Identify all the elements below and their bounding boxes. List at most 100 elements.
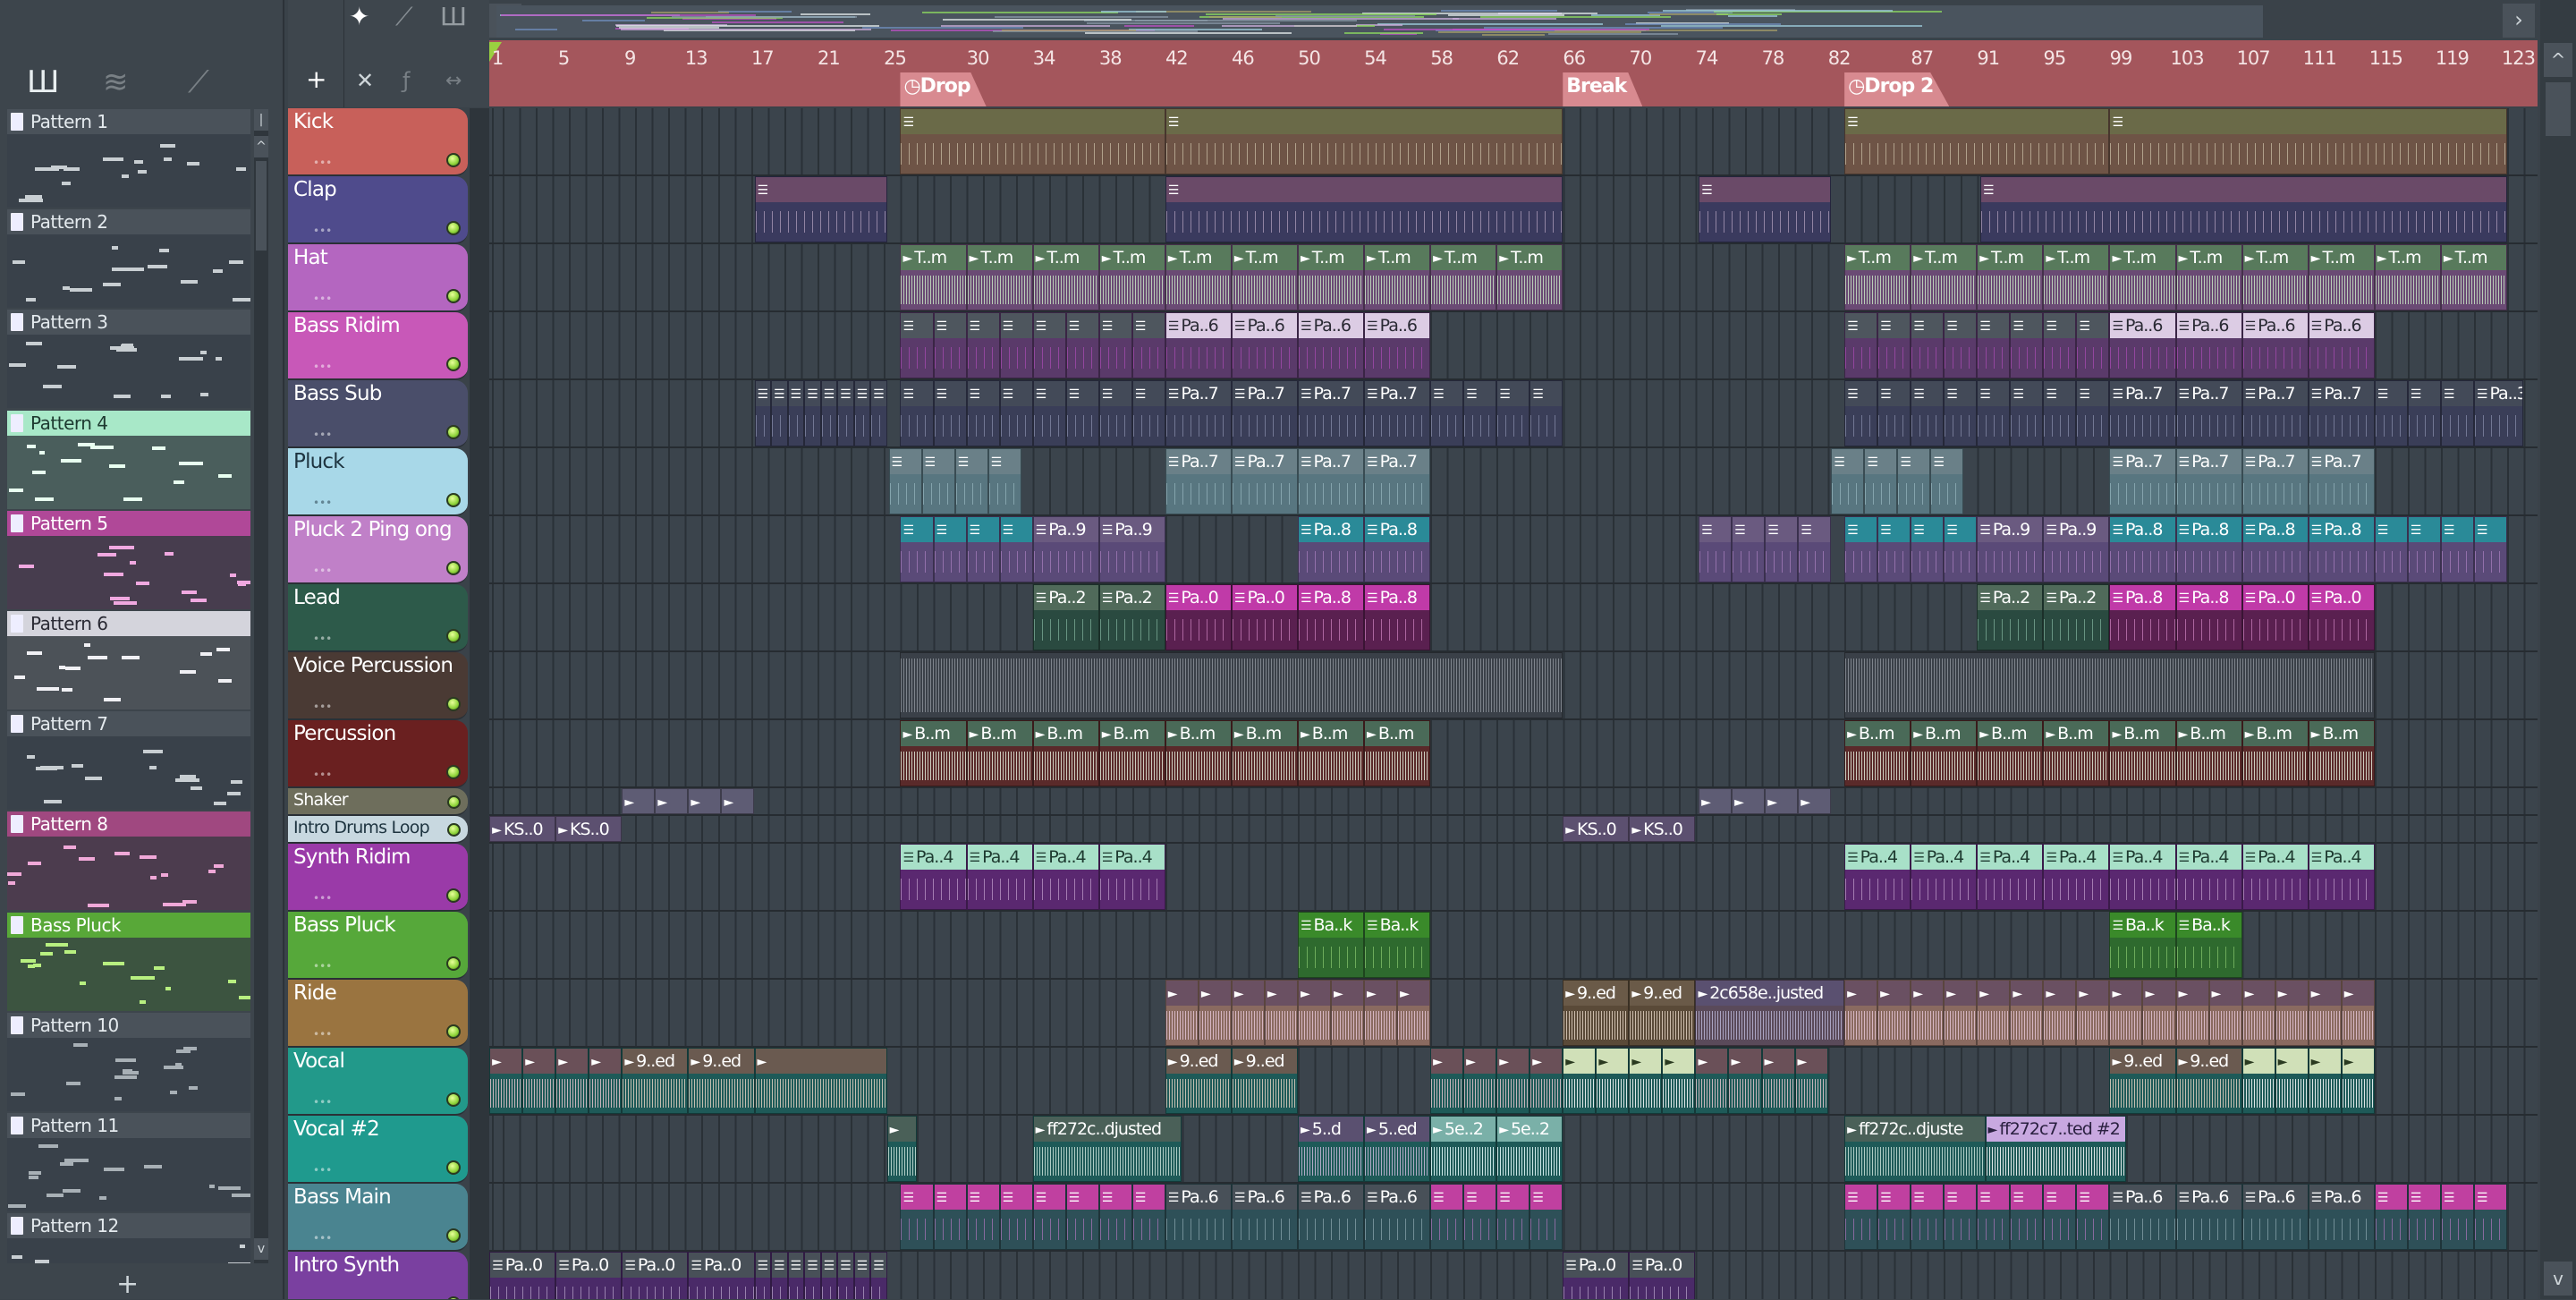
pattern-clip[interactable]: ☰ [1033, 312, 1066, 378]
pattern-clip[interactable]: ☰ [755, 176, 887, 242]
pattern-item-header[interactable]: Pattern 7 [7, 711, 250, 736]
pattern-clip[interactable]: ☰ [2474, 1184, 2507, 1250]
scroll-right-button[interactable]: › [2503, 4, 2535, 38]
pattern-clip[interactable]: ☰ [1844, 516, 1877, 582]
pattern-clip[interactable]: ☰ [934, 1184, 967, 1250]
audio-clip[interactable]: ► [2142, 980, 2175, 1046]
track-header[interactable]: Pluck••• [288, 448, 468, 516]
pattern-clip[interactable]: ☰Pa..0 [622, 1252, 688, 1299]
pattern-clip[interactable]: ☰ [1831, 448, 1864, 514]
pattern-clip[interactable]: ☰Pa..6 [1364, 1184, 1430, 1250]
audio-clip[interactable]: ► [755, 1048, 887, 1114]
pattern-clip[interactable]: ☰Pa..4 [1911, 844, 1977, 910]
pattern-clip[interactable]: ☰ [1066, 312, 1099, 378]
pattern-clip[interactable]: ☰Pa..2 [1033, 584, 1099, 650]
audio-clip[interactable]: ► [721, 788, 754, 814]
audio-clip[interactable]: ► [2209, 980, 2242, 1046]
audio-clip[interactable]: ►B..m [1165, 720, 1232, 786]
track-lane[interactable]: ☰Pa..2☰Pa..2☰Pa..0☰Pa..0☰Pa..8☰Pa..8☰Pa.… [489, 584, 2538, 652]
audio-clip[interactable]: ► [1695, 1048, 1728, 1114]
add-track-button[interactable]: + [306, 64, 326, 94]
audio-clip[interactable]: ► [1397, 980, 1430, 1046]
audio-clip[interactable]: ►KS..0 [1563, 816, 1629, 842]
audio-clip[interactable]: ►B..m [1232, 720, 1298, 786]
pattern-clip[interactable]: ☰ [1877, 516, 1911, 582]
audio-clip[interactable]: ► [522, 1048, 555, 1114]
pattern-clip[interactable]: ☰ [1496, 380, 1530, 446]
track-lane[interactable]: ►►►►►►►► [489, 788, 2538, 816]
pattern-item[interactable]: Pattern 3 [7, 310, 250, 408]
pattern-clip[interactable]: ☰ [2441, 1184, 2474, 1250]
pattern-clip[interactable]: ☰ [2408, 516, 2441, 582]
pattern-clip[interactable]: ☰ [821, 380, 838, 446]
track-enable-led[interactable] [447, 795, 461, 809]
audio-clip[interactable]: ► [1728, 1048, 1761, 1114]
track-lane[interactable]: ☰☰☰☰☰Pa..9☰Pa..9☰Pa..8☰Pa..8☰☰☰☰☰☰☰☰☰Pa.… [489, 516, 2538, 584]
pattern-clip[interactable]: ☰ [1099, 1184, 1132, 1250]
track-lane[interactable]: ►T..m►T..m►T..m►T..m►T..m►T..m►T..m►T..m… [489, 244, 2538, 312]
pattern-clip[interactable]: ☰ [1099, 312, 1132, 378]
track-options-icon[interactable]: ••• [313, 429, 332, 441]
track-lane[interactable]: ☰Ba..k☰Ba..k☰Ba..k☰Ba..k [489, 912, 2538, 980]
audio-clip[interactable]: ► [2242, 980, 2275, 1046]
pattern-clip[interactable]: ☰ [1980, 176, 2507, 242]
pattern-item-header[interactable]: Pattern 11 [7, 1113, 250, 1138]
pattern-clip[interactable]: ☰ [837, 1252, 854, 1299]
audio-clip[interactable]: ► [2043, 980, 2076, 1046]
audio-clip[interactable]: ►T..m [1496, 244, 1563, 310]
pattern-clip[interactable]: ☰Pa..6 [2176, 312, 2242, 378]
track-header[interactable]: Bass Main••• [288, 1184, 468, 1252]
pattern-clip[interactable]: ☰ [821, 1252, 838, 1299]
track-header[interactable]: Bass Sub••• [288, 380, 468, 448]
audio-clip[interactable]: ► [1732, 788, 1765, 814]
delete-icon[interactable]: ✕ [356, 68, 374, 93]
track-header[interactable]: Percussion••• [288, 720, 468, 788]
pattern-clip[interactable]: ☰ [2010, 1184, 2043, 1250]
pattern-clip[interactable]: ☰Pa..7 [1364, 448, 1430, 514]
audio-clip[interactable]: ►KS..0 [489, 816, 555, 842]
track-header[interactable]: Clap••• [288, 176, 468, 244]
audio-clip[interactable]: ►T..m [1430, 244, 1496, 310]
track-enable-led[interactable] [446, 289, 461, 303]
pattern-clip[interactable]: ☰ [1033, 1184, 1066, 1250]
track-enable-led[interactable] [446, 357, 461, 371]
track-lane[interactable]: ►►ff272c..djusted►5..d►5..ed►5e..2►5e..2… [489, 1116, 2538, 1184]
pattern-clip[interactable]: ☰Pa..4 [2242, 844, 2309, 910]
track-header[interactable]: Intro Drums Loop [288, 816, 468, 844]
pattern-clip[interactable]: ☰ [1844, 380, 1877, 446]
audio-clip[interactable]: ►T..m [1911, 244, 1977, 310]
track-enable-led[interactable] [446, 493, 461, 507]
pattern-item[interactable]: Pattern 4 [7, 411, 250, 509]
pattern-clip[interactable]: ☰Pa..0 [1563, 1252, 1629, 1299]
audio-clip[interactable]: ► [1798, 788, 1831, 814]
pattern-clip[interactable]: ☰ [934, 380, 967, 446]
pattern-clip[interactable]: ☰Pa..8 [2109, 516, 2175, 582]
audio-clip[interactable]: ► [2275, 1048, 2309, 1114]
pattern-clip[interactable]: ☰ [900, 380, 933, 446]
pattern-clip[interactable]: ☰ [900, 108, 1165, 174]
pattern-clip[interactable]: ☰Pa..4 [2176, 844, 2242, 910]
audio-clip[interactable] [900, 652, 1563, 718]
audio-clip[interactable]: ► [1699, 788, 1732, 814]
pattern-clip[interactable]: ☰Pa..6 [2242, 312, 2309, 378]
pattern-item[interactable]: Pattern 8 [7, 811, 250, 910]
pattern-clip[interactable]: ☰ [2441, 516, 2474, 582]
pattern-clip[interactable]: ☰Pa..7 [1298, 448, 1364, 514]
pattern-clip[interactable]: ☰Pa..7 [2242, 448, 2309, 514]
pattern-clip[interactable]: ☰ [755, 1252, 772, 1299]
track-header[interactable]: Voice Percussion••• [288, 652, 468, 720]
pattern-clip[interactable]: ☰Pa..7 [1165, 448, 1232, 514]
audio-clip[interactable]: ► [1563, 1048, 1596, 1114]
pattern-clip[interactable]: ☰Pa..7 [2309, 380, 2375, 446]
audio-clip[interactable]: ► [1944, 980, 1977, 1046]
scroll-thumb[interactable] [256, 161, 267, 251]
pattern-clip[interactable]: ☰ [1798, 516, 1831, 582]
timeline-marker[interactable]: ◷Drop [900, 72, 986, 106]
pattern-clip[interactable]: ☰Pa..7 [1364, 380, 1430, 446]
pattern-clip[interactable]: ☰Pa..4 [900, 844, 966, 910]
track-enable-led[interactable] [446, 1092, 461, 1107]
audio-clip[interactable]: ► [1331, 980, 1364, 1046]
pattern-clip[interactable]: ☰Pa..0 [2242, 584, 2309, 650]
audio-clip[interactable]: ►9..ed [2176, 1048, 2242, 1114]
audio-clip[interactable]: ►T..m [1033, 244, 1099, 310]
